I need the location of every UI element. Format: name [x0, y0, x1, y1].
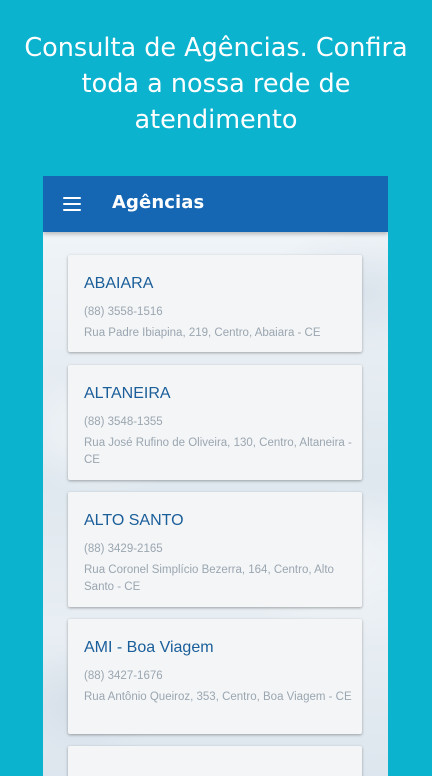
agency-card-ami-boa-viagem[interactable]: AMI - Boa Viagem (88) 3427-1676 Rua Antô… [68, 619, 362, 734]
agency-phone: (88) 3427-1676 [84, 670, 163, 682]
agency-phone: (88) 3429-2165 [84, 543, 163, 555]
agency-card-altaneira[interactable]: ALTANEIRA (88) 3548-1355 Rua José Rufino… [68, 365, 362, 480]
agency-address: Rua Padre Ibiapina, 219, Centro, Abaiara… [84, 327, 321, 339]
agency-list[interactable]: ABAIARA (88) 3558-1516 Rua Padre Ibiapin… [43, 232, 388, 776]
agency-name: ALTANEIRA [84, 385, 171, 402]
promo-caption: Consulta de Agências. Confira toda a nos… [0, 30, 432, 138]
agency-phone: (88) 3558-1516 [84, 306, 163, 318]
hamburger-menu-icon[interactable] [63, 196, 83, 212]
promo-line-2: toda a nossa rede de [81, 69, 351, 99]
agency-name: AMI - Boa Viagem [84, 639, 214, 656]
menu-icon-bar-bottom [63, 209, 81, 212]
phone-screen: Agências ABAIARA (88) 3558-1516 Rua Padr… [43, 176, 388, 776]
agency-card-partial[interactable] [68, 746, 362, 776]
agency-address: Rua Antônio Queiroz, 353, Centro, Boa Vi… [84, 691, 352, 703]
agency-address: Rua José Rufino de Oliveira, 130, Centro… [84, 437, 352, 466]
app-bar: Agências [43, 176, 388, 232]
page-title: Agências [112, 192, 205, 213]
agency-phone: (88) 3548-1355 [84, 416, 163, 428]
agency-card-alto-santo[interactable]: ALTO SANTO (88) 3429-2165 Rua Coronel Si… [68, 492, 362, 607]
menu-icon-bar-middle [63, 203, 81, 206]
agency-address: Rua Coronel Simplício Bezerra, 164, Cent… [84, 564, 334, 593]
agency-name: ABAIARA [84, 275, 154, 292]
promo-line-1: Consulta de Agências. Confira [24, 33, 408, 63]
agency-card-abaiara[interactable]: ABAIARA (88) 3558-1516 Rua Padre Ibiapin… [68, 255, 362, 352]
agency-name: ALTO SANTO [84, 512, 184, 529]
promo-line-3: atendimento [134, 105, 298, 135]
menu-icon-bar-top [63, 197, 81, 200]
